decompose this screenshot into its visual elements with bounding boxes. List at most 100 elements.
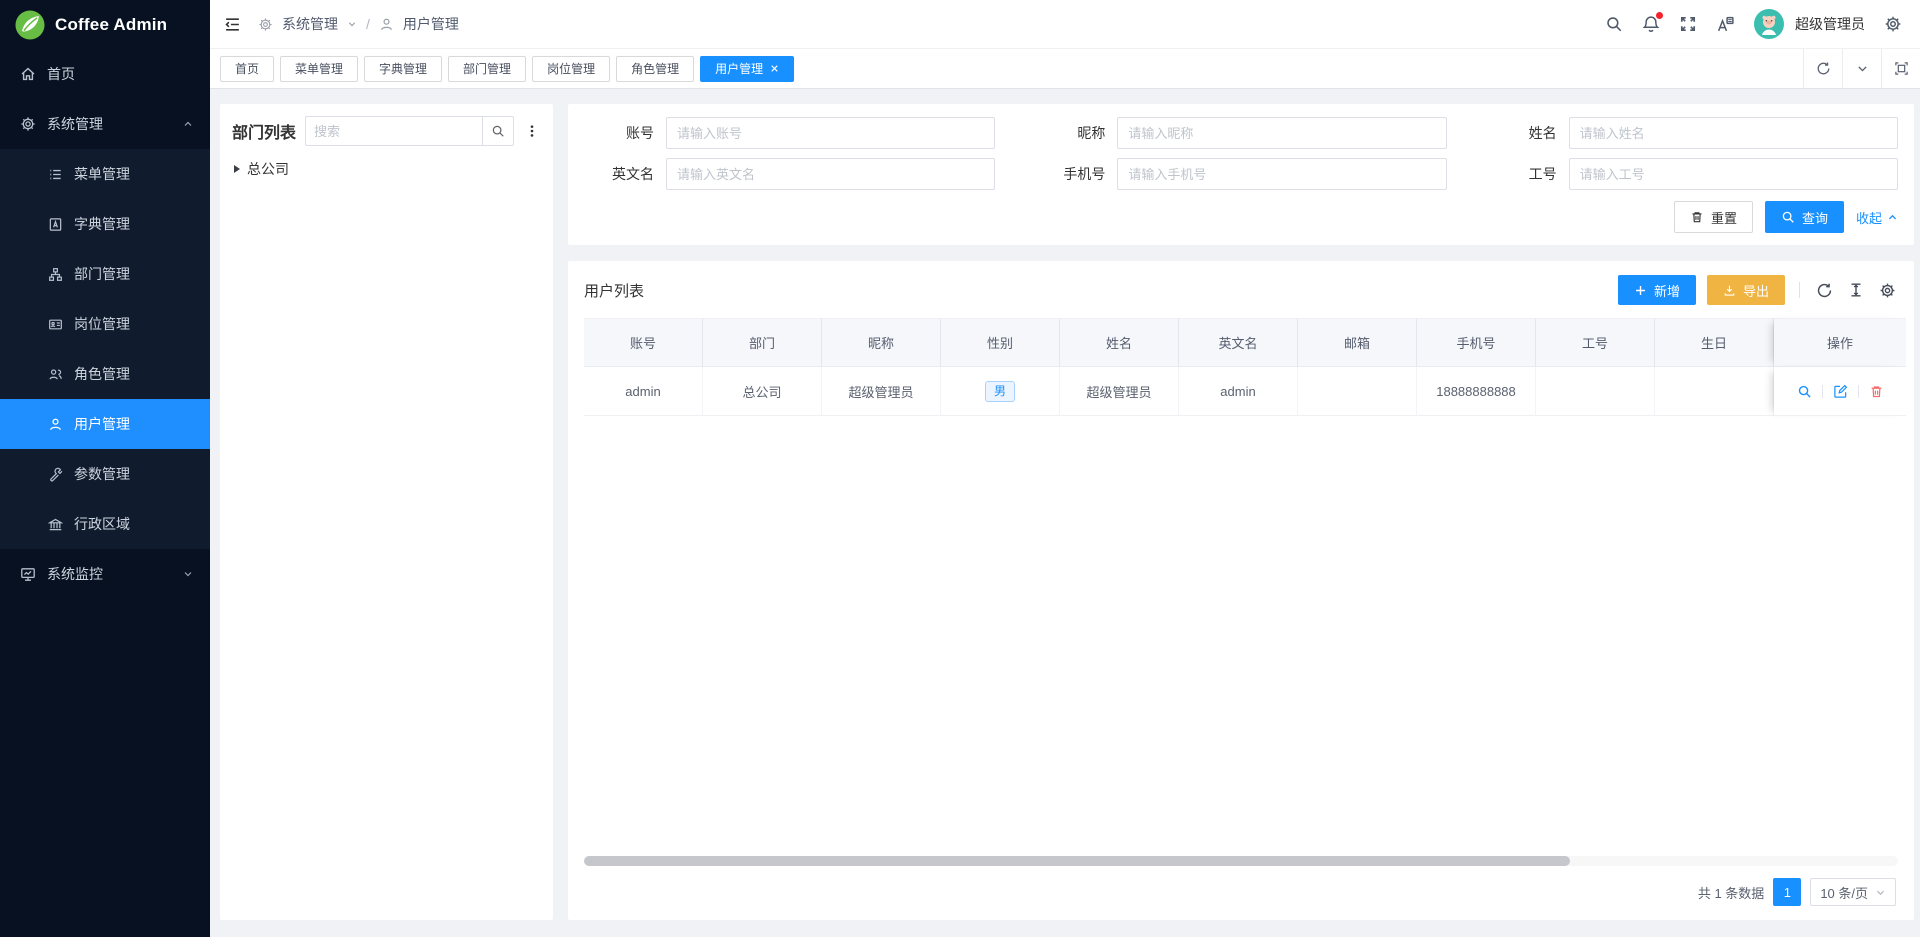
sidebar-item-dept-management[interactable]: 部门管理 [0, 249, 210, 299]
tree-node-label: 总公司 [247, 159, 289, 179]
tab-dict-management[interactable]: 字典管理 [364, 56, 442, 82]
settings-gear-icon[interactable] [1884, 15, 1902, 33]
column-header-name[interactable]: 姓名 [1060, 318, 1179, 367]
app-root: Coffee Admin 首页 系统管理 [0, 0, 1920, 937]
account-input[interactable] [666, 117, 995, 149]
column-header-email[interactable]: 邮箱 [1298, 318, 1417, 367]
phone-input[interactable] [1117, 158, 1446, 190]
page-number-1[interactable]: 1 [1773, 878, 1801, 906]
current-user-name[interactable]: 超级管理员 [1795, 14, 1865, 34]
sidebar-item-user-management[interactable]: 用户管理 [0, 399, 210, 449]
job-number-input[interactable] [1569, 158, 1898, 190]
tabbar-maximize-button[interactable] [1881, 49, 1920, 88]
cell-email [1298, 367, 1417, 416]
tree-caret-icon[interactable] [234, 165, 240, 173]
department-more-button[interactable] [523, 121, 541, 141]
query-button[interactable]: 查询 [1765, 201, 1844, 233]
sidebar-item-system-monitor[interactable]: 系统监控 [0, 549, 210, 599]
sidebar-item-post-management[interactable]: 岗位管理 [0, 299, 210, 349]
horizontal-scrollbar-thumb[interactable] [584, 856, 1570, 866]
org-chart-icon [48, 267, 63, 282]
sidebar-item-home[interactable]: 首页 [0, 49, 210, 99]
sidebar-item-role-management[interactable]: 角色管理 [0, 349, 210, 399]
breadcrumb-level-1[interactable]: 系统管理 [282, 14, 338, 34]
search-icon[interactable] [1605, 15, 1623, 33]
cell-account: admin [584, 367, 703, 416]
sidebar-item-system-management[interactable]: 系统管理 [0, 99, 210, 149]
user-icon [379, 17, 394, 32]
tab-label: 角色管理 [631, 60, 679, 77]
delete-row-button[interactable] [1867, 382, 1886, 401]
reset-button[interactable]: 重置 [1674, 201, 1753, 233]
horizontal-scrollbar [584, 856, 1898, 866]
tabbar-dropdown-button[interactable] [1842, 49, 1881, 88]
column-header-phone[interactable]: 手机号 [1417, 318, 1536, 367]
filter-panel: 账号 昵称 姓名 英文名 [568, 104, 1914, 245]
tab-dept-management[interactable]: 部门管理 [448, 56, 526, 82]
department-search-input[interactable] [305, 116, 482, 146]
field-label: 英文名 [584, 164, 666, 184]
view-magnifier-icon [1797, 384, 1812, 399]
column-header-english-name[interactable]: 英文名 [1179, 318, 1298, 367]
nickname-input[interactable] [1117, 117, 1446, 149]
table-empty-space [584, 416, 1898, 856]
tab-label: 部门管理 [463, 60, 511, 77]
user-table: 账号 部门 昵称 性别 姓名 英文名 邮箱 手机号 工号 生日 操作 [584, 318, 1898, 416]
name-input[interactable] [1569, 117, 1898, 149]
collapse-sidebar-icon[interactable] [224, 16, 241, 33]
filter-field-job-number: 工号 [1487, 158, 1898, 190]
add-user-button[interactable]: 新增 [1618, 275, 1696, 305]
column-header-department[interactable]: 部门 [703, 318, 822, 367]
id-card-icon [48, 317, 63, 332]
collapse-filter-link[interactable]: 收起 [1856, 208, 1898, 227]
row-height-button[interactable] [1846, 280, 1866, 300]
sidebar-item-menu-management[interactable]: 菜单管理 [0, 149, 210, 199]
sidebar-item-param-management[interactable]: 参数管理 [0, 449, 210, 499]
table-row[interactable]: admin 总公司 超级管理员 男 超级管理员 admin 1888888888… [584, 367, 1898, 416]
sidebar-item-admin-region[interactable]: 行政区域 [0, 499, 210, 549]
department-search-button[interactable] [482, 116, 514, 146]
add-button-label: 新增 [1654, 281, 1680, 300]
tab-home[interactable]: 首页 [220, 56, 274, 82]
collapse-link-label: 收起 [1856, 208, 1882, 227]
tab-menu-management[interactable]: 菜单管理 [280, 56, 358, 82]
cell-english-name: admin [1179, 367, 1298, 416]
filter-field-english-name: 英文名 [584, 158, 995, 190]
sidebar-item-label: 部门管理 [74, 264, 130, 284]
tab-user-management[interactable]: 用户管理 [700, 56, 794, 82]
caret-down-icon [347, 19, 357, 29]
column-header-gender[interactable]: 性别 [941, 318, 1060, 367]
bank-icon [48, 517, 63, 532]
right-column: 账号 昵称 姓名 英文名 [568, 104, 1914, 920]
english-name-input[interactable] [666, 158, 995, 190]
tree-node-root-company[interactable]: 总公司 [232, 156, 541, 182]
translate-icon[interactable] [1716, 15, 1735, 34]
tab-role-management[interactable]: 角色管理 [616, 56, 694, 82]
table-refresh-button[interactable] [1814, 280, 1835, 301]
filter-field-account: 账号 [584, 117, 995, 149]
column-header-job-number[interactable]: 工号 [1536, 318, 1655, 367]
notification-bell[interactable] [1642, 15, 1660, 33]
notification-badge [1656, 12, 1663, 19]
tab-close-icon[interactable] [770, 64, 779, 73]
column-header-birthday[interactable]: 生日 [1655, 318, 1774, 367]
column-header-nickname[interactable]: 昵称 [822, 318, 941, 367]
page-size-select[interactable]: 10 条/页 [1810, 878, 1896, 906]
search-icon [1781, 210, 1795, 224]
export-button[interactable]: 导出 [1707, 275, 1785, 305]
edit-row-button[interactable] [1831, 382, 1850, 401]
user-avatar[interactable] [1754, 9, 1784, 39]
fullscreen-icon[interactable] [1679, 15, 1697, 33]
field-label: 手机号 [1035, 164, 1117, 184]
refresh-icon [1816, 282, 1833, 299]
main-area: 系统管理 / 用户管理 [210, 0, 1920, 937]
tab-post-management[interactable]: 岗位管理 [532, 56, 610, 82]
trash-icon [1869, 384, 1884, 399]
sidebar-item-label: 行政区域 [74, 514, 130, 534]
column-header-account[interactable]: 账号 [584, 318, 703, 367]
column-settings-button[interactable] [1877, 280, 1898, 301]
view-row-button[interactable] [1795, 382, 1814, 401]
tabbar-refresh-button[interactable] [1803, 49, 1842, 88]
sidebar-item-label: 系统监控 [47, 564, 103, 584]
sidebar-item-dict-management[interactable]: 字典管理 [0, 199, 210, 249]
